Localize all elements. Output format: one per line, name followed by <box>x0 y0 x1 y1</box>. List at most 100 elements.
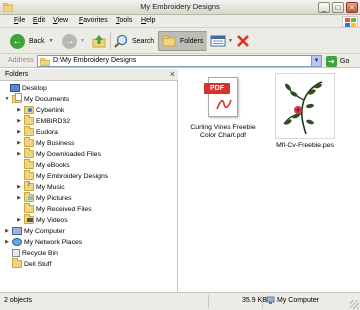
recycle-bin-icon <box>12 249 20 257</box>
menu-edit[interactable]: Edit <box>33 17 45 24</box>
tree-item-eudora[interactable]: ▶ Eudora <box>16 126 58 137</box>
folder-icon <box>24 106 34 114</box>
back-arrow-icon: ← <box>10 33 25 49</box>
tree-item-my-documents[interactable]: ▼ My Documents <box>4 93 69 104</box>
desktop-icon <box>10 84 20 92</box>
address-value: D:\My Embroidery Designs <box>53 57 137 64</box>
windows-logo-icon <box>342 16 358 27</box>
pdf-file-icon: PDF <box>204 77 242 121</box>
up-folder-button[interactable] <box>92 31 106 51</box>
tree-item-my-downloaded-files[interactable]: ▶ My Downloaded Files <box>16 148 101 159</box>
tree-item-my-network-places[interactable]: ▶ My Network Places <box>4 237 82 247</box>
tree-item-recycle-bin[interactable]: Recycle Bin <box>4 248 58 258</box>
up-folder-icon <box>92 35 106 48</box>
embroidery-thumbnail <box>275 73 335 139</box>
folders-button[interactable]: Folders <box>158 31 208 51</box>
forward-arrow-icon: → <box>62 33 77 49</box>
close-icon[interactable]: × <box>170 69 175 79</box>
delete-x-icon <box>237 35 249 47</box>
menu-help[interactable]: Help <box>141 17 155 24</box>
tree-item-my-ebooks[interactable]: My eBooks <box>16 159 70 170</box>
computer-icon <box>266 296 275 307</box>
collapse-icon[interactable]: ▼ <box>4 96 10 102</box>
pictures-folder-icon <box>24 192 34 202</box>
tree-item-my-music[interactable]: ▶ My Music <box>16 181 65 192</box>
expand-icon[interactable]: ▶ <box>16 129 22 135</box>
tree-item-dell-stuff[interactable]: Dell Stuff <box>4 258 51 269</box>
close-button[interactable]: × <box>346 2 358 13</box>
expand-icon[interactable]: ▶ <box>16 195 22 201</box>
tree-item-embird32[interactable]: ▶ EMBIRD32 <box>16 115 70 126</box>
file-list: PDF Curling Vines Freebie Color Chart.pd… <box>179 69 360 292</box>
maximize-button[interactable]: □ <box>332 2 344 13</box>
chevron-down-icon: ▼ <box>80 38 85 44</box>
tree-item-my-embroidery-designs[interactable]: My Embroidery Designs <box>16 170 108 181</box>
folders-pane-title: Folders <box>5 71 29 78</box>
window-title: My Embroidery Designs <box>140 2 220 11</box>
chevron-down-icon: ▼ <box>228 38 233 44</box>
go-arrow-icon: ➜ <box>326 55 337 67</box>
menu-favorites[interactable]: Favorites <box>79 17 108 24</box>
expand-icon[interactable]: ▶ <box>16 151 22 157</box>
expand-icon[interactable]: ▶ <box>16 107 22 113</box>
expand-icon[interactable]: ▶ <box>4 239 10 245</box>
folders-pane: Folders × Desktop ▼ My Documents ▶ Cyber… <box>0 69 178 292</box>
file-item[interactable]: Mfi-Cv-Freebie.pes <box>265 73 345 150</box>
title-bar: My Embroidery Designs _ □ × <box>0 0 360 15</box>
file-item[interactable]: PDF Curling Vines Freebie Color Chart.pd… <box>183 77 263 140</box>
status-size: 35.9 KB <box>242 297 267 304</box>
back-label: Back <box>29 37 45 45</box>
expand-icon[interactable]: ▶ <box>16 118 22 124</box>
tree-item-my-videos[interactable]: ▶ My Videos <box>16 214 68 225</box>
folder-icon <box>24 148 34 158</box>
tree-item-desktop[interactable]: Desktop <box>2 83 47 93</box>
go-button[interactable]: ➜ Go <box>326 55 349 67</box>
address-input[interactable]: D:\My Embroidery Designs ▼ <box>37 55 322 67</box>
open-folder-icon <box>24 170 34 180</box>
go-label: Go <box>340 57 350 65</box>
views-icon <box>210 35 226 47</box>
folder-icon <box>24 159 34 169</box>
expand-icon[interactable]: ▶ <box>16 217 22 223</box>
tree-item-my-pictures[interactable]: ▶ My Pictures <box>16 192 72 203</box>
chevron-down-icon: ▼ <box>48 38 54 44</box>
tree-item-cyberlink[interactable]: ▶ Cyberlink <box>16 105 64 115</box>
folder-icon <box>162 35 176 47</box>
delete-button[interactable] <box>236 31 250 51</box>
folder-icon <box>24 115 34 125</box>
expand-icon[interactable]: ▶ <box>4 228 10 234</box>
menu-view[interactable]: View <box>53 17 68 24</box>
folder-icon <box>24 137 34 147</box>
search-button[interactable]: Search <box>114 31 154 51</box>
network-icon <box>12 238 22 246</box>
back-button[interactable]: ← Back ▼ <box>10 31 54 51</box>
file-name: Mfi-Cv-Freebie.pes <box>276 142 334 149</box>
pdf-badge: PDF <box>204 83 230 94</box>
tree-item-my-received-files[interactable]: My Received Files <box>16 203 92 214</box>
menu-file[interactable]: File <box>14 17 25 24</box>
address-bar: Address D:\My Embroidery Designs ▼ ➜ Go <box>0 54 360 68</box>
minimize-button[interactable]: _ <box>318 2 330 13</box>
address-dropdown-icon[interactable]: ▼ <box>311 56 321 66</box>
documents-icon <box>12 93 22 103</box>
views-button[interactable]: ▼ <box>210 31 233 51</box>
status-bar: 2 objects 35.9 KB My Computer <box>0 292 360 310</box>
address-label: Address <box>8 57 34 64</box>
computer-icon <box>12 227 22 235</box>
folder-icon <box>24 126 34 136</box>
tree-item-my-business[interactable]: ▶ My Business <box>16 137 75 148</box>
tree-item-my-computer[interactable]: ▶ My Computer <box>4 226 65 236</box>
search-label: Search <box>132 37 155 45</box>
expand-icon[interactable]: ▶ <box>16 140 22 146</box>
folders-label: Folders <box>180 37 204 45</box>
expand-icon[interactable]: ▶ <box>16 184 22 190</box>
menu-tools[interactable]: Tools <box>116 17 132 24</box>
videos-folder-icon <box>24 214 34 224</box>
file-name: Curling Vines Freebie Color Chart.pdf <box>190 124 256 139</box>
forward-button[interactable]: → ▼ <box>62 31 85 51</box>
resize-grip[interactable] <box>350 300 359 309</box>
folder-icon <box>12 258 22 268</box>
status-location: My Computer <box>277 297 320 304</box>
folder-icon <box>24 203 34 213</box>
toolbar: ← Back ▼ → ▼ Search Folders ▼ <box>0 28 360 54</box>
